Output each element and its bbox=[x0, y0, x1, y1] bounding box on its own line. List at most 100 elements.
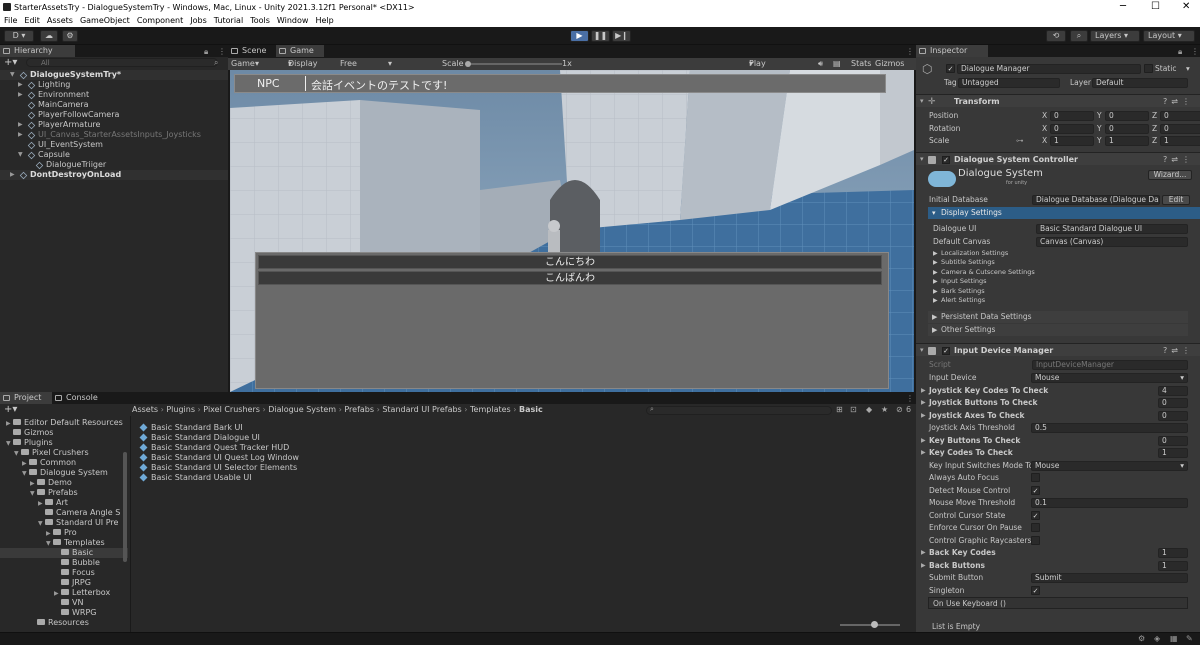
transform-header[interactable]: ▾ ✛ Transform ?⇌⋮ bbox=[916, 94, 1200, 107]
project-tree-item[interactable]: ▶ Pro bbox=[0, 528, 128, 538]
breadcrumb-item[interactable]: Dialogue System bbox=[268, 405, 336, 414]
initial-db-field[interactable]: Dialogue Database (Dialogue Da bbox=[1032, 195, 1160, 205]
project-tree-item[interactable]: ▼ Dialogue System bbox=[0, 468, 128, 478]
maximize-button[interactable]: ☐ bbox=[1151, 1, 1160, 12]
dsc-subsection-foldout[interactable]: ▶ Bark Settings bbox=[916, 287, 1200, 296]
lock-icon[interactable]: 🔒︎ bbox=[1178, 47, 1182, 57]
persistent-foldout[interactable]: ▶ Persistent Data Settings bbox=[928, 311, 1188, 323]
idm-dropdown[interactable]: Mouse ▾ bbox=[1031, 460, 1188, 471]
foldout-arrow-icon[interactable]: ▶ bbox=[921, 397, 926, 409]
expand-arrow-icon[interactable]: ▼ bbox=[18, 150, 23, 160]
dsc-subsection-foldout[interactable]: ▶ Camera & Cutscene Settings bbox=[916, 268, 1200, 277]
dsc-subsection-foldout[interactable]: ▶ Subtitle Settings bbox=[916, 258, 1200, 267]
menu-assets[interactable]: Assets bbox=[47, 14, 73, 27]
scale-y-field[interactable]: 1 bbox=[1105, 136, 1149, 146]
static-checkbox[interactable] bbox=[1144, 64, 1153, 73]
idm-array-size-field[interactable]: 1 bbox=[1158, 448, 1188, 458]
tab-project[interactable]: Project bbox=[0, 392, 52, 404]
search-by-label-icon[interactable]: ⊡ bbox=[850, 405, 857, 414]
menu-edit[interactable]: Edit bbox=[24, 14, 40, 27]
panel-menu-icon[interactable]: ⋮ bbox=[906, 394, 914, 403]
project-tree-item[interactable]: Camera Angle S bbox=[0, 508, 128, 518]
play-focused-dropdown[interactable]: Play Focused ▾ bbox=[749, 58, 782, 80]
rotation-y-field[interactable]: 0 bbox=[1105, 123, 1149, 134]
project-tree-item[interactable]: WRPG bbox=[0, 608, 128, 618]
close-button[interactable]: ✕ bbox=[1182, 1, 1190, 12]
search-icon[interactable]: ⌕ bbox=[214, 58, 218, 68]
dsc-subsection-foldout[interactable]: ▶ Alert Settings bbox=[916, 296, 1200, 305]
menu-jobs[interactable]: Jobs bbox=[190, 14, 207, 27]
project-file-item[interactable]: Basic Standard UI Quest Log Window bbox=[139, 453, 299, 463]
project-tree-item[interactable]: ▼ Pixel Crushers bbox=[0, 448, 128, 458]
tab-console[interactable]: Console bbox=[52, 392, 104, 404]
display-settings-foldout[interactable]: ▾ Display Settings bbox=[928, 207, 1200, 219]
edit-button[interactable]: Edit bbox=[1162, 195, 1190, 205]
project-tree-item[interactable]: ▶ Letterbox bbox=[0, 588, 128, 598]
add-icon[interactable]: +▾ bbox=[4, 57, 17, 68]
hierarchy-item[interactable]: ▼ Capsule bbox=[0, 150, 228, 160]
hierarchy-item[interactable]: ▶ Lighting bbox=[0, 80, 228, 90]
breadcrumb-item[interactable]: Standard UI Prefabs bbox=[382, 405, 461, 414]
tree-scrollbar[interactable] bbox=[123, 452, 127, 562]
menu-tutorial[interactable]: Tutorial bbox=[214, 14, 243, 27]
project-tree-item[interactable]: ▶ Common bbox=[0, 458, 128, 468]
rotation-z-field[interactable]: 0 bbox=[1160, 123, 1200, 134]
default-canvas-field[interactable]: Canvas (Canvas) bbox=[1036, 237, 1188, 247]
scale-slider-handle[interactable] bbox=[465, 61, 471, 67]
tag-dropdown[interactable]: Untagged bbox=[958, 78, 1060, 88]
foldout-arrow-icon[interactable]: ▶ bbox=[921, 447, 926, 459]
hierarchy-item[interactable]: ▶ PlayerArmature bbox=[0, 120, 228, 130]
dsc-subsection-foldout[interactable]: ▶ Input Settings bbox=[916, 277, 1200, 286]
display-dropdown[interactable]: Display 1 ▾ bbox=[288, 58, 318, 80]
response-button-2[interactable]: こんばんわ bbox=[258, 271, 882, 285]
project-tree-item[interactable]: ▼ Standard UI Pre bbox=[0, 518, 128, 528]
scale-slider[interactable] bbox=[466, 63, 562, 65]
menu-help[interactable]: Help bbox=[315, 14, 333, 27]
menu-window[interactable]: Window bbox=[277, 14, 309, 27]
collab-status-icon[interactable]: ◈ bbox=[1154, 634, 1160, 643]
favorite-icon[interactable]: ★ bbox=[881, 405, 888, 414]
layers-dropdown[interactable]: Layers ▾ bbox=[1090, 30, 1140, 42]
hierarchy-item[interactable]: ▶ UI_Canvas_StarterAssetsInputs_Joysticks bbox=[0, 130, 228, 140]
panel-menu-icon[interactable]: ⋮ bbox=[1191, 47, 1199, 56]
lock-icon[interactable]: 🔒︎ bbox=[204, 47, 208, 57]
idm-enabled-checkbox[interactable]: ✓ bbox=[942, 347, 950, 355]
idm-array-size-field[interactable]: 0 bbox=[1158, 435, 1188, 446]
cloud-icon[interactable]: ☁ bbox=[40, 30, 58, 42]
project-tree-item[interactable]: VN bbox=[0, 598, 128, 608]
panel-menu-icon[interactable]: ⋮ bbox=[906, 47, 914, 56]
project-file-item[interactable]: Basic Standard Dialogue UI bbox=[139, 433, 260, 443]
menu-component[interactable]: Component bbox=[137, 14, 183, 27]
debug-mode-icon[interactable]: ✎ bbox=[1186, 634, 1193, 643]
project-tree-item[interactable]: Focus bbox=[0, 568, 128, 578]
scale-x-field[interactable]: 1 bbox=[1050, 136, 1094, 146]
progress-icon[interactable]: ⚙ bbox=[1138, 634, 1145, 643]
breadcrumb-item[interactable]: Pixel Crushers bbox=[203, 405, 260, 414]
menu-file[interactable]: File bbox=[4, 14, 17, 27]
hierarchy-item[interactable]: DialogueTriiger bbox=[0, 160, 228, 170]
expand-arrow-icon[interactable]: ▼ bbox=[10, 70, 15, 80]
position-x-field[interactable]: 0 bbox=[1050, 111, 1094, 121]
project-tree-item[interactable]: Basic bbox=[0, 548, 128, 558]
breadcrumb-item[interactable]: Assets bbox=[132, 405, 158, 414]
expand-arrow-icon[interactable]: ▶ bbox=[10, 170, 15, 180]
collab-icon[interactable]: ⚙ bbox=[62, 30, 78, 42]
idm-checkbox[interactable]: ✓ bbox=[1031, 485, 1040, 495]
menu-gameobject[interactable]: GameObject bbox=[80, 14, 130, 27]
dsc-enabled-checkbox[interactable]: ✓ bbox=[942, 156, 950, 164]
create-icon[interactable]: +▾ bbox=[4, 404, 17, 415]
panel-menu-icon[interactable]: ⋮ bbox=[218, 47, 226, 56]
mute-audio-icon[interactable]: 🔊︎ bbox=[818, 58, 823, 70]
idm-array-size-field[interactable]: 1 bbox=[1158, 560, 1188, 571]
foldout-arrow-icon[interactable]: ▶ bbox=[921, 410, 926, 422]
dsc-header[interactable]: ▾ ✓ Dialogue System Controller ?⇌⋮ bbox=[916, 152, 1200, 165]
expand-arrow-icon[interactable]: ▶ bbox=[18, 120, 23, 130]
project-tree-item[interactable]: ▶ Art bbox=[0, 498, 128, 508]
expand-arrow-icon[interactable]: ▶ bbox=[18, 90, 23, 100]
idm-checkbox[interactable] bbox=[1031, 535, 1040, 545]
gizmos-dropdown[interactable]: Gizmos bbox=[875, 58, 904, 70]
object-name-field[interactable]: Dialogue Manager bbox=[957, 64, 1141, 74]
component-controls[interactable]: ?⇌⋮ bbox=[1163, 153, 1194, 166]
foldout-arrow-icon[interactable]: ▶ bbox=[921, 385, 926, 397]
tab-game[interactable]: Game bbox=[276, 45, 324, 57]
